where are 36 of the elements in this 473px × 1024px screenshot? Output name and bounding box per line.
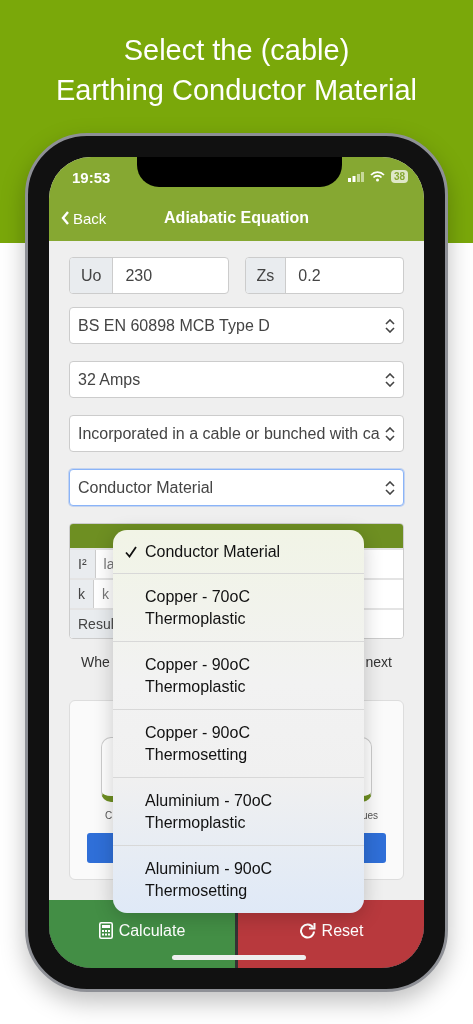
signal-icon [347,171,364,182]
menu-item[interactable]: Aluminium - 90oC Thermosetting [113,845,364,913]
input-value: 230 [124,265,154,286]
wifi-icon [369,171,385,182]
menu-item[interactable]: Copper - 90oC Thermosetting [113,709,364,777]
row-label: I² [70,550,96,578]
chevron-icon [385,372,395,387]
note-text: Whe [81,654,110,672]
headline: Select the (cable) [123,33,350,68]
back-label: Back [73,209,107,227]
note-text: next [365,654,392,672]
chevron-icon [385,318,395,333]
chevron-icon [385,480,395,495]
battery-level: 38 [390,170,408,183]
input-value: 0.2 [297,265,322,286]
row-label: k [70,580,94,608]
menu-item[interactable]: Aluminium - 70oC Thermoplastic [113,777,364,845]
select-field[interactable]: Incorporated in a cable or bunched with ca [69,415,404,452]
select-field[interactable]: 32 Amps [69,361,404,398]
menu-item[interactable]: Copper - 70oC Thermoplastic [113,573,364,641]
input-field[interactable]: Uo 230 [69,257,229,294]
menu-item[interactable]: Conductor Material [113,530,364,573]
screen-title: Adiabatic Equation [164,209,309,227]
input-label: Zs [245,258,287,293]
gauge-caption: C [105,810,113,821]
headline: Earthing Conductor Material [55,73,418,108]
input-label: Uo [70,258,114,293]
chevron-left-icon [61,211,70,225]
select-field[interactable]: BS EN 60898 MCB Type D [69,307,404,344]
refresh-icon [298,922,316,939]
status-time: 19:53 [72,169,111,186]
select-field[interactable]: Conductor Material [69,469,404,506]
menu-item[interactable]: Copper - 90oC Thermoplastic [113,641,364,709]
calculator-icon [98,922,113,939]
input-field[interactable]: Zs 0.2 [244,257,404,294]
chevron-icon [385,426,395,441]
